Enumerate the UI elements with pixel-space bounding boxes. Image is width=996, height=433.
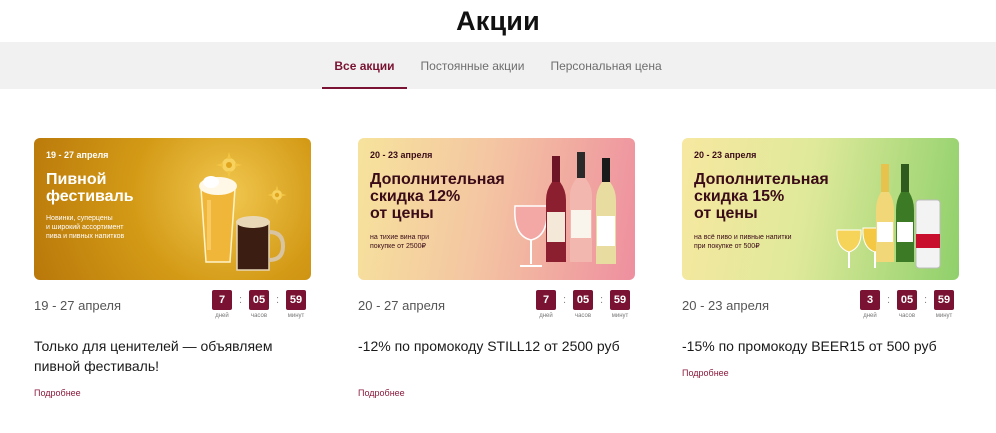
beer-mug-icon — [236, 216, 286, 271]
countdown-timer: 3 дней : 05 часов : 59 минут — [855, 290, 959, 319]
banner-date: 20 - 23 апреля — [370, 150, 433, 160]
beer-can-icon — [915, 199, 941, 269]
promo-meta: 19 - 27 апреля 7 дней : 05 часов : 59 минут — [34, 290, 311, 326]
promo-card-beer-discount: 20 - 23 апреля Дополнительная скидка 15%… — [682, 138, 959, 378]
timer-days: 7 — [212, 290, 232, 310]
hop-icon — [267, 185, 287, 205]
timer-minutes-label: минут — [287, 313, 305, 319]
promo-meta: 20 - 23 апреля 3 дней : 05 часов : 59 минут — [682, 290, 959, 326]
banner-subtitle: на всё пиво и пивные напитки при покупке… — [694, 234, 792, 250]
timer-hours-label: часов — [898, 313, 916, 319]
tab-permanent-promos[interactable]: Постоянные акции — [409, 42, 537, 89]
timer-hours: 05 — [249, 290, 269, 310]
banner-subtitle: на тихие вина при покупке от 2500₽ — [370, 234, 429, 250]
timer-minutes-label: минут — [935, 313, 953, 319]
promo-card-beer-festival: 19 - 27 апреля Пивной фестиваль Новинки,… — [34, 138, 311, 398]
wine-bottle-icon — [596, 158, 616, 264]
banner-date: 19 - 27 апреля — [46, 150, 109, 160]
banner-date: 20 - 23 апреля — [694, 150, 757, 160]
promo-banner[interactable]: 20 - 23 апреля Дополнительная скидка 15%… — [682, 138, 959, 280]
countdown-timer: 7 дней : 05 часов : 59 минут — [531, 290, 635, 319]
more-link[interactable]: Подробнее — [34, 388, 81, 398]
timer-minutes: 59 — [286, 290, 306, 310]
timer-days-label: дней — [215, 313, 229, 319]
timer-separator: : — [562, 294, 567, 306]
timer-separator: : — [886, 294, 891, 306]
beer-bottle-icon — [896, 164, 914, 262]
promo-meta: 20 - 27 апреля 7 дней : 05 часов : 59 минут — [358, 290, 635, 326]
promo-date-range: 20 - 27 апреля — [358, 298, 446, 313]
timer-minutes-label: минут — [611, 313, 629, 319]
timer-minutes: 59 — [610, 290, 630, 310]
timer-hours: 05 — [897, 290, 917, 310]
banner-title: Дополнительная скидка 15% от цены — [694, 171, 829, 222]
timer-days: 3 — [860, 290, 880, 310]
tab-all-promos[interactable]: Все акции — [322, 42, 407, 89]
timer-separator: : — [599, 294, 604, 306]
promo-banner[interactable]: 20 - 23 апреля Дополнительная скидка 12%… — [358, 138, 635, 280]
timer-separator: : — [275, 294, 280, 306]
promo-date-range: 20 - 23 апреля — [682, 298, 770, 313]
tab-personal-price[interactable]: Персональная цена — [538, 42, 673, 89]
timer-separator: : — [923, 294, 928, 306]
countdown-timer: 7 дней : 05 часов : 59 минут — [207, 290, 311, 319]
promo-description: -12% по промокоду STILL12 от 2500 руб — [358, 338, 620, 354]
promo-date-range: 19 - 27 апреля — [34, 298, 122, 313]
promo-description: Только для ценителей — объявляем пивной … — [34, 338, 273, 374]
timer-hours: 05 — [573, 290, 593, 310]
timer-days-label: дней — [863, 313, 877, 319]
wine-bottle-icon — [570, 152, 592, 262]
beer-bottle-icon — [876, 164, 894, 262]
timer-days-label: дней — [539, 313, 553, 319]
banner-title: Дополнительная скидка 12% от цены — [370, 171, 505, 222]
timer-separator: : — [238, 294, 243, 306]
more-link[interactable]: Подробнее — [358, 388, 405, 398]
promo-description: -15% по промокоду BEER15 от 500 руб — [682, 338, 937, 354]
banner-subtitle: Новинки, суперцены и широкий ассортимент… — [46, 215, 125, 240]
timer-minutes: 59 — [934, 290, 954, 310]
more-link[interactable]: Подробнее — [682, 368, 729, 378]
timer-hours-label: часов — [250, 313, 268, 319]
wine-bottle-icon — [546, 156, 566, 262]
tabs-bar: Все акции Постоянные акции Персональная … — [0, 42, 996, 89]
promo-banner[interactable]: 19 - 27 апреля Пивной фестиваль Новинки,… — [34, 138, 311, 280]
page-title: Акции — [456, 6, 540, 36]
timer-days: 7 — [536, 290, 556, 310]
timer-hours-label: часов — [574, 313, 592, 319]
banner-title: Пивной фестиваль — [46, 171, 134, 205]
promo-card-wine-discount: 20 - 23 апреля Дополнительная скидка 12%… — [358, 138, 635, 398]
